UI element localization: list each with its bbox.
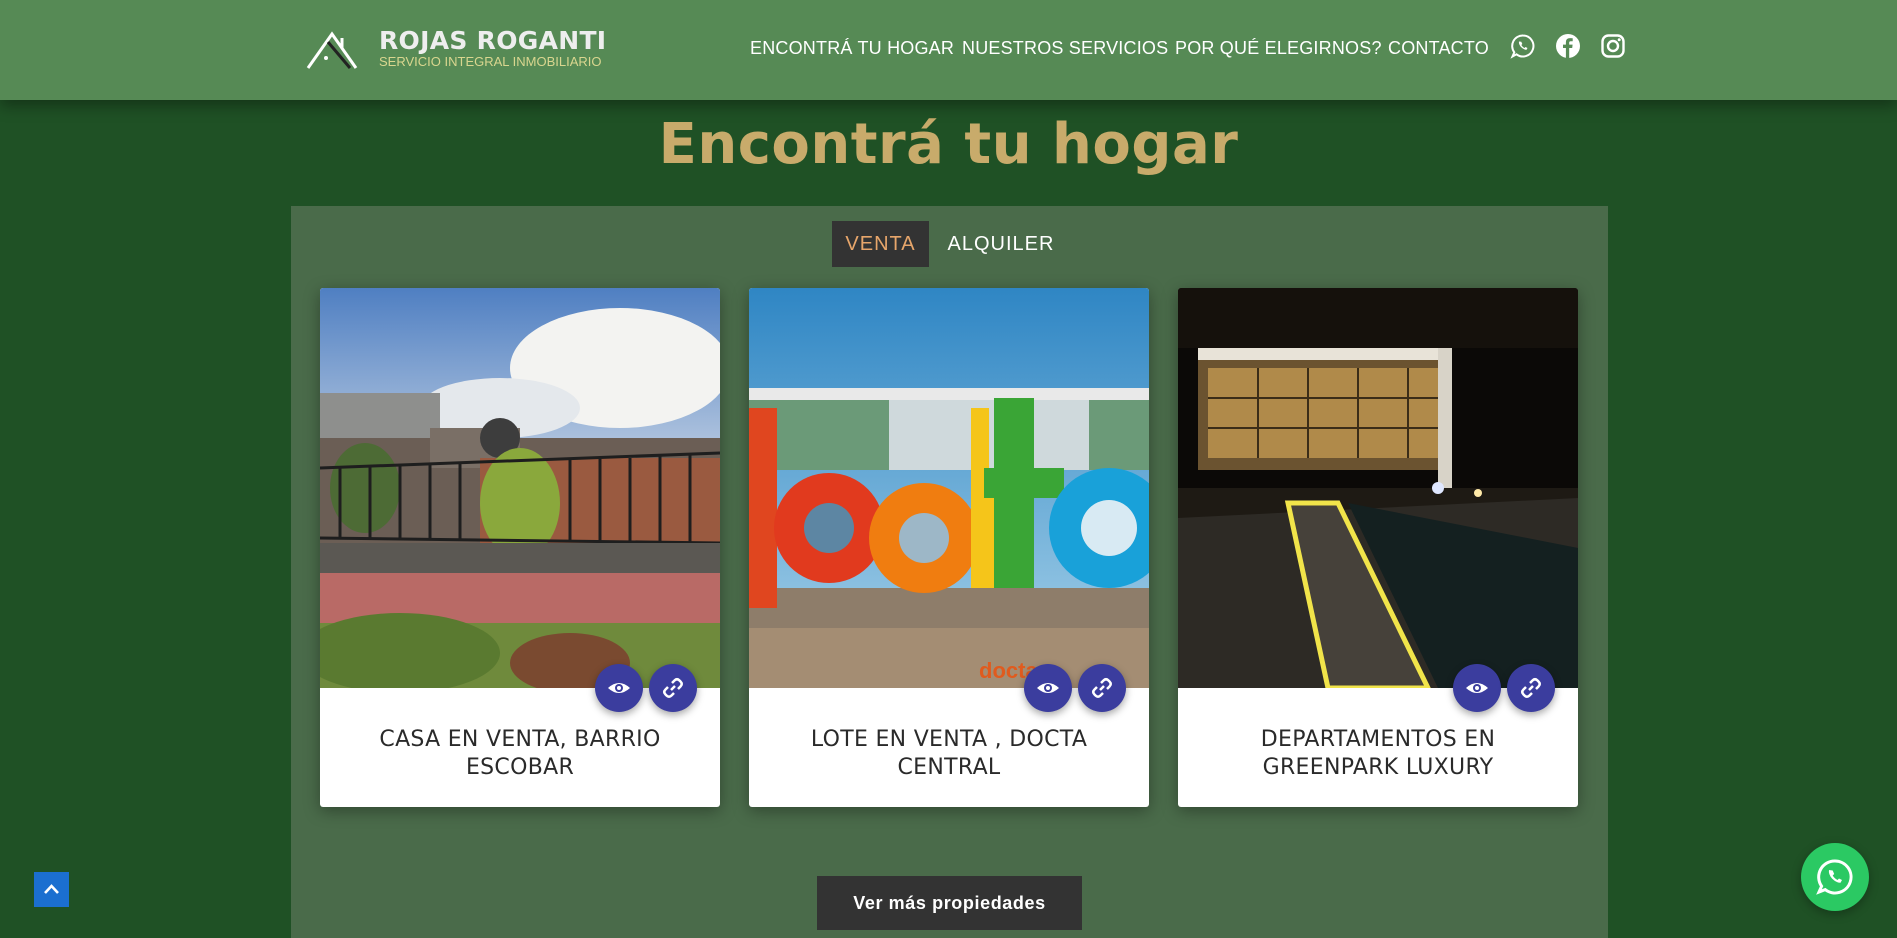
- view-button[interactable]: [595, 664, 643, 712]
- brand-tagline: SERVICIO INTEGRAL INMOBILIARIO: [379, 54, 602, 69]
- brand-name: ROJAS ROGANTI: [379, 26, 607, 55]
- listing-image-greenpark[interactable]: [1178, 288, 1578, 688]
- facebook-icon[interactable]: [1555, 33, 1581, 59]
- listing-title[interactable]: LOTE EN VENTA , DOCTA CENTRAL: [779, 726, 1119, 782]
- whatsapp-icon: [1816, 859, 1853, 895]
- listing-title[interactable]: CASA EN VENTA, BARRIO ESCOBAR: [350, 726, 690, 782]
- whatsapp-chat-button[interactable]: [1801, 843, 1869, 911]
- listing-card[interactable]: docta LOTE EN VENTA , DOCTA CENTRAL: [749, 288, 1149, 807]
- brand-logo[interactable]: ROJAS ROGANTI SERVICIO INTEGRAL INMOBILI…: [292, 18, 622, 82]
- listing-image-docta[interactable]: docta: [749, 288, 1149, 688]
- nav-item-nuestros-servicios[interactable]: NUESTROS SERVICIOS: [962, 38, 1168, 59]
- view-button[interactable]: [1024, 664, 1072, 712]
- view-button[interactable]: [1453, 664, 1501, 712]
- link-button[interactable]: [1078, 664, 1126, 712]
- eye-icon: [608, 683, 630, 693]
- link-icon: [1521, 678, 1541, 698]
- eye-icon: [1466, 683, 1488, 693]
- nav-item-contacto[interactable]: CONTACTO: [1388, 38, 1489, 59]
- instagram-icon[interactable]: [1600, 33, 1626, 59]
- listing-card[interactable]: DEPARTAMENTOS EN GREENPARK LUXURY: [1178, 288, 1578, 807]
- listing-image-house[interactable]: [320, 288, 720, 688]
- link-icon: [1092, 678, 1112, 698]
- eye-icon: [1037, 683, 1059, 693]
- listing-title[interactable]: DEPARTAMENTOS EN GREENPARK LUXURY: [1208, 726, 1548, 782]
- roof-logo-icon: [306, 31, 358, 69]
- chevron-up-icon: [44, 884, 59, 894]
- ver-mas-propiedades-button[interactable]: Ver más propiedades: [817, 876, 1082, 930]
- listing-card[interactable]: CASA EN VENTA, BARRIO ESCOBAR: [320, 288, 720, 807]
- tab-venta[interactable]: VENTA: [832, 221, 929, 267]
- tab-alquiler[interactable]: ALQUILER: [941, 221, 1061, 267]
- link-icon: [663, 678, 683, 698]
- section-title: Encontrá tu hogar: [658, 112, 1239, 177]
- nav-item-por-que-elegirnos[interactable]: POR QUÉ ELEGIRNOS?: [1175, 38, 1382, 59]
- whatsapp-icon[interactable]: [1510, 33, 1536, 59]
- link-button[interactable]: [1507, 664, 1555, 712]
- link-button[interactable]: [649, 664, 697, 712]
- site-header: ROJAS ROGANTI SERVICIO INTEGRAL INMOBILI…: [0, 0, 1897, 100]
- scroll-to-top-button[interactable]: [34, 872, 69, 907]
- nav-item-encontra-tu-hogar[interactable]: ENCONTRÁ TU HOGAR: [750, 38, 954, 59]
